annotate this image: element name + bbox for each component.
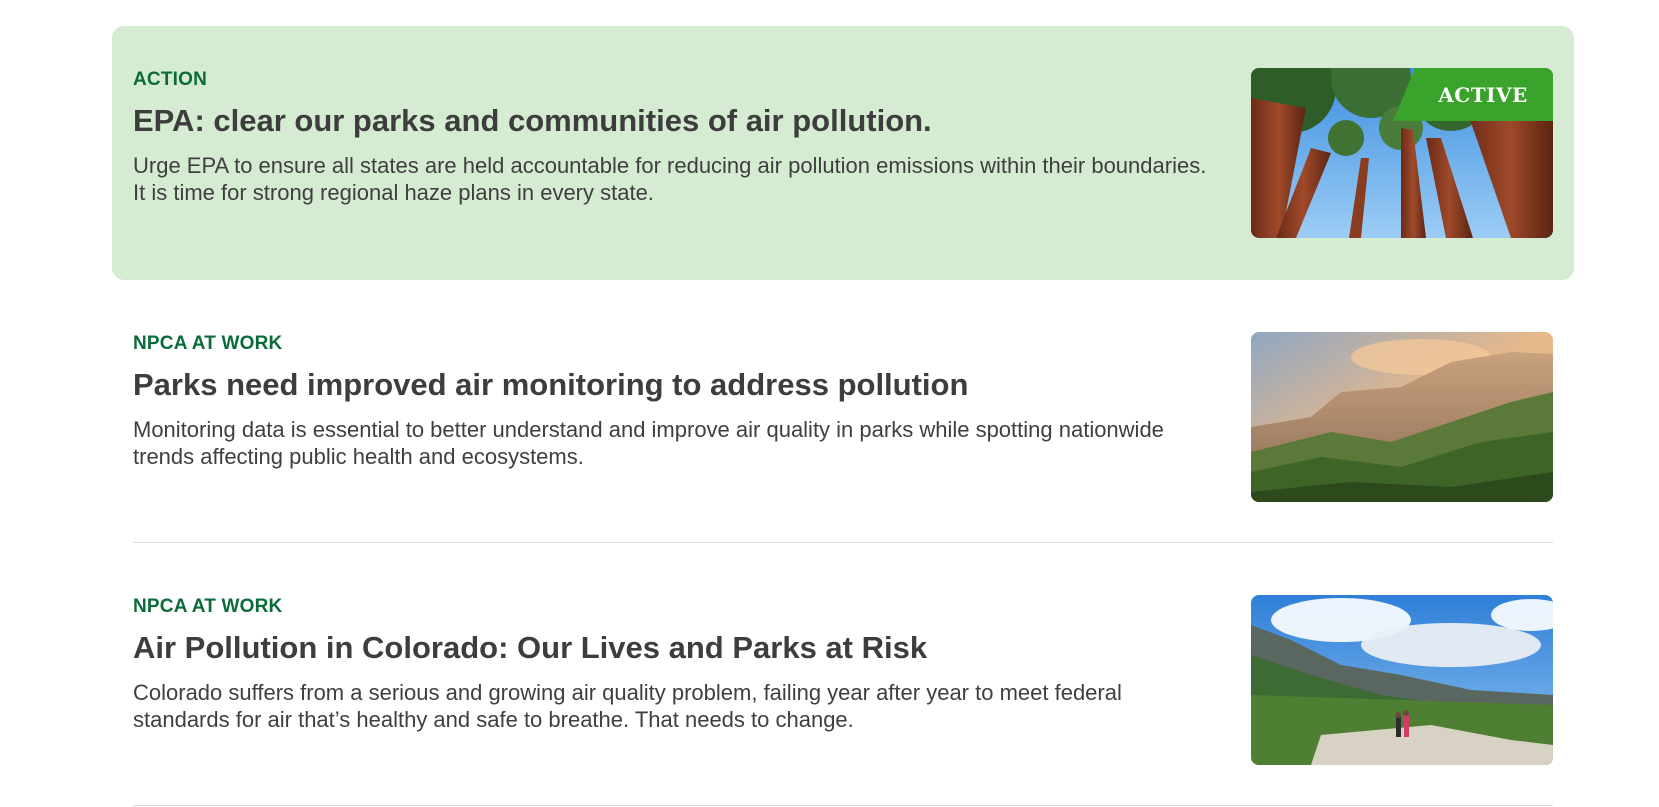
sequoia-trees-photo[interactable]: ACTIVE (1251, 68, 1553, 238)
divider (133, 805, 1553, 806)
article-title-link[interactable]: Parks need improved air monitoring to ad… (133, 366, 1208, 404)
action-card[interactable]: ACTION EPA: clear our parks and communit… (112, 26, 1574, 280)
article-description: Monitoring data is essential to better u… (133, 417, 1164, 469)
article-card[interactable]: NPCA AT WORK Parks need improved air mon… (112, 280, 1574, 543)
canyon-cliffs-photo[interactable] (1251, 332, 1553, 502)
category-label: NPCA AT WORK (133, 333, 283, 354)
action-card-text: ACTION EPA: clear our parks and communit… (133, 68, 1208, 206)
category-label: ACTION (133, 69, 208, 90)
mountain-hikers-photo[interactable] (1251, 595, 1553, 765)
active-badge: ACTIVE (1393, 68, 1553, 121)
category-label: NPCA AT WORK (133, 596, 283, 617)
article-card-text: NPCA AT WORK Air Pollution in Colorado: … (133, 595, 1208, 733)
article-description: Urge EPA to ensure all states are held a… (133, 153, 1207, 205)
article-list: ACTION EPA: clear our parks and communit… (112, 26, 1574, 806)
article-description: Colorado suffers from a serious and grow… (133, 680, 1122, 732)
article-title-link[interactable]: Air Pollution in Colorado: Our Lives and… (133, 629, 1208, 667)
article-title-link[interactable]: EPA: clear our parks and communities of … (133, 102, 1208, 140)
article-card[interactable]: NPCA AT WORK Air Pollution in Colorado: … (112, 543, 1574, 806)
article-card-text: NPCA AT WORK Parks need improved air mon… (133, 332, 1208, 470)
